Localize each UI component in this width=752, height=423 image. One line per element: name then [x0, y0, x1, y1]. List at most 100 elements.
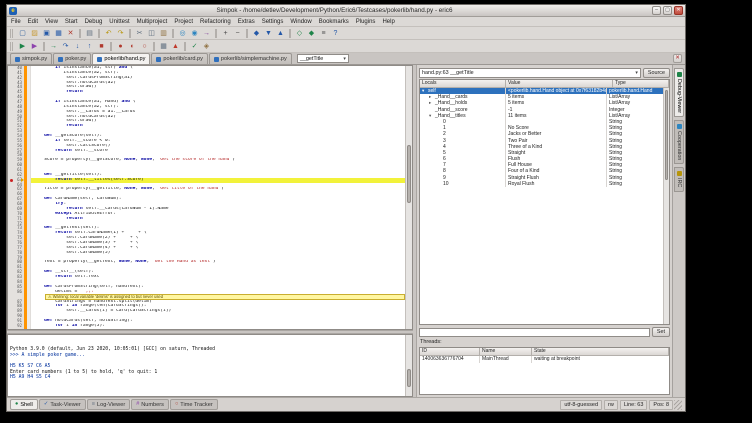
sidetab-irc[interactable]: IRC — [674, 167, 684, 191]
help-icon[interactable]: ? — [330, 28, 341, 39]
set-filter-button[interactable]: Set — [652, 327, 670, 337]
bookmark-icon[interactable]: ◆ — [251, 28, 262, 39]
tab-simpok[interactable]: simpok.py — [10, 53, 52, 64]
open-icon[interactable]: ▨ — [29, 28, 40, 39]
close-button[interactable]: ✕ — [674, 6, 683, 15]
bottomtab-log-viewer[interactable]: ≡ Log-Viewer — [87, 399, 130, 410]
toolbar-separator[interactable] — [215, 29, 217, 38]
replace-icon[interactable]: ◉ — [189, 28, 200, 39]
bottomtab-numbers[interactable]: # Numbers — [131, 399, 169, 410]
menu-item[interactable]: Edit — [28, 19, 38, 25]
menu-item[interactable]: Start — [65, 19, 78, 25]
sidetab-cooperation[interactable]: Cooperation — [674, 120, 684, 164]
toolbar-separator[interactable] — [172, 29, 174, 38]
tab-pokerlib-simplemachine[interactable]: pokerlib/simplemachine.py — [209, 53, 292, 64]
debug-script-icon[interactable]: ▶ — [29, 41, 40, 52]
col-header-value[interactable]: Value — [506, 80, 613, 87]
run-script-icon[interactable]: ▶ — [17, 41, 28, 52]
variables-icon[interactable]: ▦ — [158, 41, 169, 52]
bottomtab-task-viewer[interactable]: ✓ Task-Viewer — [39, 399, 86, 410]
clear-breakpoints-icon[interactable]: ○ — [139, 41, 150, 52]
tab-pokerlib-hand[interactable]: pokerlib/hand.py — [92, 53, 150, 64]
bookmark-next-icon[interactable]: ▼ — [263, 28, 274, 39]
step-out-icon[interactable]: ↑ — [84, 41, 95, 52]
toolbar-separator[interactable] — [98, 29, 100, 38]
toolbar-handle[interactable] — [10, 42, 13, 51]
stack-frame-combo[interactable]: hand.py:63 __getTitle ▾ — [419, 68, 641, 78]
bookmark-prev-icon[interactable]: ▲ — [275, 28, 286, 39]
shell-output[interactable]: Python 3.9.0 (default, Jun 23 2020, 10:0… — [8, 335, 405, 396]
threads-table[interactable]: ID Name State 140063636776704 MainThread… — [419, 347, 670, 395]
goto-icon[interactable]: → — [201, 28, 212, 39]
toolbar-separator[interactable] — [153, 42, 155, 51]
editor-scrollbar[interactable] — [405, 66, 412, 329]
open-project-icon[interactable]: ◆ — [306, 28, 317, 39]
menu-item[interactable]: Refactoring — [200, 19, 231, 25]
zoom-out-icon[interactable]: − — [232, 28, 243, 39]
next-breakpoint-icon[interactable]: ◐ — [127, 41, 138, 52]
step-into-icon[interactable]: ↓ — [72, 41, 83, 52]
menu-item[interactable]: Plugins — [356, 19, 376, 25]
menu-item[interactable]: Help — [382, 19, 394, 25]
MainThread[interactable]: 140063636776704 MainThread waiting at br… — [420, 356, 669, 363]
size-grip[interactable] — [674, 400, 682, 410]
zoom-in-icon[interactable]: + — [220, 28, 231, 39]
save-all-icon[interactable]: ▦ — [53, 28, 64, 39]
code-editor[interactable]: 40 if isinstance(a1, str) and \ 41 isins… — [7, 65, 413, 330]
menu-item[interactable]: Debug — [85, 19, 103, 25]
unittest-icon[interactable]: ✓ — [189, 41, 200, 52]
toolbar-separator[interactable] — [79, 29, 81, 38]
minimize-button[interactable]: – — [652, 6, 661, 15]
titlebar[interactable]: e Simpok - /home/detlev/Development/Pyth… — [7, 5, 685, 17]
redo-icon[interactable]: ↷ — [115, 28, 126, 39]
close-file-icon[interactable]: ✕ — [65, 28, 76, 39]
scrollbar-thumb[interactable] — [407, 145, 411, 203]
col-header-id[interactable]: ID — [420, 348, 480, 355]
scrollbar-thumb[interactable] — [665, 90, 668, 180]
tabbar-close-button[interactable]: ✕ — [673, 54, 682, 63]
variables-filter-input[interactable] — [419, 328, 650, 337]
toolbar-separator[interactable] — [246, 29, 248, 38]
menu-item[interactable]: Bookmarks — [319, 19, 349, 25]
col-header-state[interactable]: State — [532, 348, 669, 355]
tab-poker[interactable]: poker.py — [53, 53, 91, 64]
print-icon[interactable]: ▤ — [84, 28, 95, 39]
exceptions-icon[interactable]: ▲ — [170, 41, 181, 52]
stop-debug-icon[interactable]: ■ — [96, 41, 107, 52]
menu-item[interactable]: View — [45, 19, 58, 25]
search-icon[interactable]: ◎ — [177, 28, 188, 39]
col-header-type[interactable]: Type — [613, 80, 669, 87]
preferences-icon[interactable]: ≡ — [318, 28, 329, 39]
menu-item[interactable]: Unittest — [109, 19, 129, 25]
save-icon[interactable]: ▣ — [41, 28, 52, 39]
10[interactable]: 10 Royal Flush String — [420, 181, 663, 187]
col-header-name[interactable]: Name — [480, 348, 532, 355]
locals-table[interactable]: Locals Value Type ▾self <pokerlib.hand.H… — [419, 79, 670, 325]
menu-item[interactable]: Settings — [262, 19, 284, 25]
source-button[interactable]: Source — [643, 68, 670, 78]
cut-icon[interactable]: ✂ — [134, 28, 145, 39]
continue-icon[interactable]: → — [48, 41, 59, 52]
menu-item[interactable]: Multiproject — [137, 19, 168, 25]
code-area[interactable]: 40 if isinstance(a1, str) and \ 41 isins… — [8, 66, 405, 329]
undo-icon[interactable]: ↶ — [103, 28, 114, 39]
profile-icon[interactable]: ◈ — [201, 41, 212, 52]
new-icon[interactable]: ▢ — [17, 28, 28, 39]
menu-item[interactable]: Window — [290, 19, 311, 25]
copy-icon[interactable]: ◫ — [146, 28, 157, 39]
step-over-icon[interactable]: ↷ — [60, 41, 71, 52]
paste-icon[interactable]: ▥ — [158, 28, 169, 39]
line-number-margin[interactable]: 92 — [8, 324, 24, 329]
toolbar-separator[interactable] — [110, 42, 112, 51]
tab-pokerlib-card[interactable]: pokerlib/card.py — [151, 53, 208, 64]
bottomtab-shell[interactable]: ● Shell — [10, 399, 38, 410]
bottomtab-time-tracker[interactable]: ○ Time Tracker — [170, 399, 218, 410]
col-header-locals[interactable]: Locals — [420, 80, 506, 87]
new-project-icon[interactable]: ◇ — [294, 28, 305, 39]
shell-scrollbar[interactable] — [405, 335, 412, 396]
menu-item[interactable]: Extras — [238, 19, 255, 25]
scrollbar-thumb[interactable] — [407, 369, 411, 387]
menu-item[interactable]: File — [11, 19, 21, 25]
symbol-combo[interactable]: __getTitle ▾ — [297, 54, 349, 63]
toggle-breakpoint-icon[interactable]: ● — [115, 41, 126, 52]
